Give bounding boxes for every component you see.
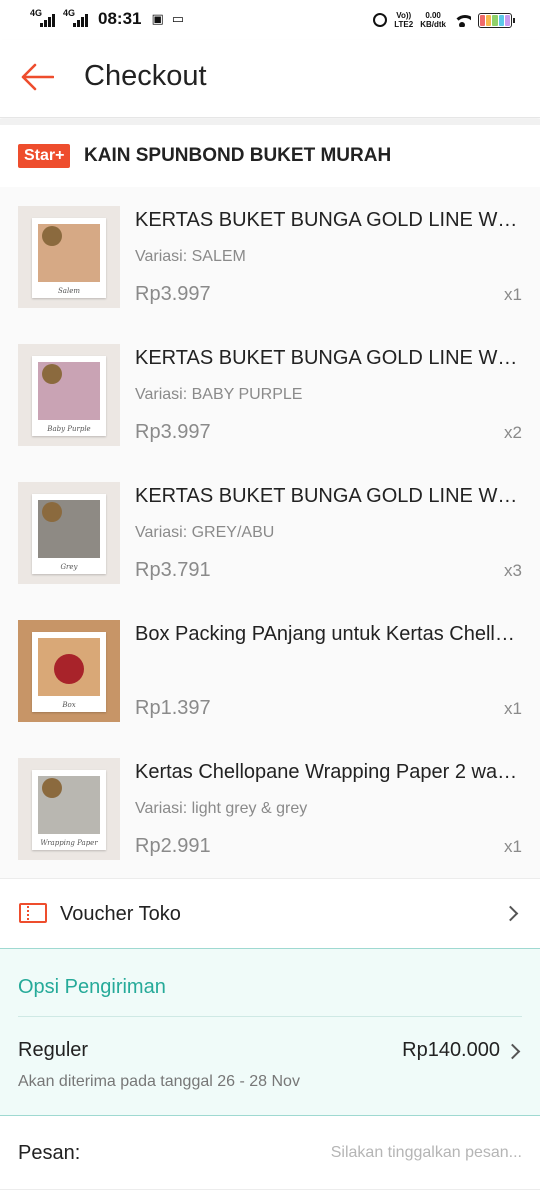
chevron-right-icon [502, 905, 519, 922]
product-thumbnail: Wrapping Paper [18, 758, 120, 860]
item-variation: Variasi: GREY/ABU [135, 524, 275, 541]
shipping-eta: Akan diterima pada tanggal 26 - 28 Nov [18, 1073, 300, 1090]
product-thumbnail: Salem [18, 206, 120, 308]
network-type-1: 4G [30, 8, 43, 18]
brand-seal-icon [42, 226, 62, 246]
laptop-icon: ▭ [171, 11, 185, 26]
signal-icon: 4G [30, 8, 55, 27]
thumbnail-caption: Salem [58, 287, 80, 295]
item-quantity: x3 [504, 561, 522, 580]
order-items-list: Salem KERTAS BUKET BUNGA GOLD LINE WRAPPI… [0, 187, 540, 878]
product-thumbnail: Grey [18, 482, 120, 584]
alarm-icon [373, 13, 388, 27]
arrow-left-icon [21, 63, 55, 91]
order-item[interactable]: Grey KERTAS BUKET BUNGA GOLD LINE WRAPPIN… [0, 463, 540, 601]
product-thumbnail: Box [18, 620, 120, 722]
wifi-icon [453, 13, 471, 27]
volte-indicator: Vo)) LTE2 [394, 11, 413, 29]
shipping-options: Opsi Pengiriman Reguler Rp140.000 Akan d… [0, 948, 540, 1116]
volte-label: Vo)) [396, 11, 412, 20]
star-plus-badge: Star+ [18, 144, 71, 168]
battery-segment [498, 14, 504, 26]
thumbnail-frame: Wrapping Paper [32, 770, 106, 850]
message-row: Pesan: [0, 1116, 540, 1190]
brand-seal-icon [54, 654, 84, 684]
message-label: Pesan: [18, 1142, 81, 1164]
item-price: Rp3.791 [135, 559, 211, 581]
thumbnail-frame: Baby Purple [32, 356, 106, 436]
item-name: Box Packing PAnjang untuk Kertas Chellop… [135, 623, 523, 645]
item-quantity: x1 [504, 837, 522, 856]
battery-icon [478, 12, 515, 28]
battery-segment [504, 14, 511, 26]
shipping-method: Reguler [18, 1039, 89, 1061]
shop-voucher-row[interactable]: Voucher Toko [0, 878, 540, 948]
item-variation: Variasi: light grey & grey [135, 800, 308, 817]
status-bar-left: 4G 4G 08:31 ▣ ▭ [30, 8, 192, 29]
item-price: Rp2.991 [135, 835, 211, 857]
network-speed: 0.00 KB/dtk [420, 11, 446, 29]
voucher-label: Voucher Toko [60, 903, 181, 925]
product-thumbnail: Baby Purple [18, 344, 120, 446]
message-input[interactable] [262, 1140, 522, 1166]
voucher-icon [19, 903, 47, 923]
thumbnail-caption: Box [62, 701, 76, 709]
item-price: Rp3.997 [135, 421, 211, 443]
speed-value: 0.00 [425, 11, 441, 20]
item-variation: Variasi: BABY PURPLE [135, 386, 303, 403]
clock: 08:31 [98, 9, 142, 28]
shop-header: Star+ KAIN SPUNBOND BUKET MURAH [0, 125, 540, 187]
battery-segment [480, 14, 486, 26]
brand-seal-icon [42, 502, 62, 522]
item-quantity: x1 [504, 699, 522, 718]
screenshot-icon: ▣ [151, 11, 164, 26]
battery-segment [486, 14, 492, 26]
item-price: Rp1.397 [135, 697, 211, 719]
order-item[interactable]: Baby Purple KERTAS BUKET BUNGA GOLD LINE … [0, 325, 540, 463]
shop-name: KAIN SPUNBOND BUKET MURAH [84, 145, 392, 166]
item-name: KERTAS BUKET BUNGA GOLD LINE WRAPPING PA… [135, 485, 523, 507]
brand-seal-icon [42, 778, 62, 798]
shipping-price: Rp140.000 [402, 1039, 500, 1061]
shipping-title: Opsi Pengiriman [18, 976, 166, 998]
item-name: KERTAS BUKET BUNGA GOLD LINE WRAPPING PA… [135, 209, 523, 231]
back-button[interactable] [20, 62, 55, 92]
item-price: Rp3.997 [135, 283, 211, 305]
app-header: Checkout [0, 40, 540, 118]
speed-unit: KB/dtk [420, 20, 446, 29]
item-name: Kertas Chellopane Wrapping Paper 2 warna [135, 761, 523, 783]
item-quantity: x1 [504, 285, 522, 304]
thumbnail-frame: Box [32, 632, 106, 712]
status-bar: 4G 4G 08:31 ▣ ▭ Vo)) LTE2 0.00 KB/dtk [0, 0, 540, 40]
thumbnail-frame: Grey [32, 494, 106, 574]
item-name: KERTAS BUKET BUNGA GOLD LINE WRAPPING PA… [135, 347, 523, 369]
network-type-2: 4G [63, 8, 76, 18]
status-bar-right: Vo)) LTE2 0.00 KB/dtk [373, 11, 515, 29]
order-item[interactable]: Salem KERTAS BUKET BUNGA GOLD LINE WRAPPI… [0, 187, 540, 325]
order-item[interactable]: Box Box Packing PAnjang untuk Kertas Chel… [0, 601, 540, 739]
signal-icon-2: 4G [63, 8, 88, 27]
chevron-right-icon [504, 1043, 521, 1060]
item-quantity: x2 [504, 423, 522, 442]
order-item[interactable]: Wrapping Paper Kertas Chellopane Wrapping… [0, 739, 540, 877]
battery-segment [492, 14, 498, 26]
item-variation: Variasi: SALEM [135, 248, 246, 265]
brand-seal-icon [42, 364, 62, 384]
shipping-divider [18, 1016, 522, 1017]
thumbnail-caption: Grey [60, 563, 78, 571]
thumbnail-frame: Salem [32, 218, 106, 298]
thumbnail-caption: Baby Purple [47, 425, 91, 433]
thumbnail-caption: Wrapping Paper [40, 839, 98, 847]
page-title: Checkout [84, 60, 207, 92]
lte-label: LTE2 [394, 20, 414, 29]
